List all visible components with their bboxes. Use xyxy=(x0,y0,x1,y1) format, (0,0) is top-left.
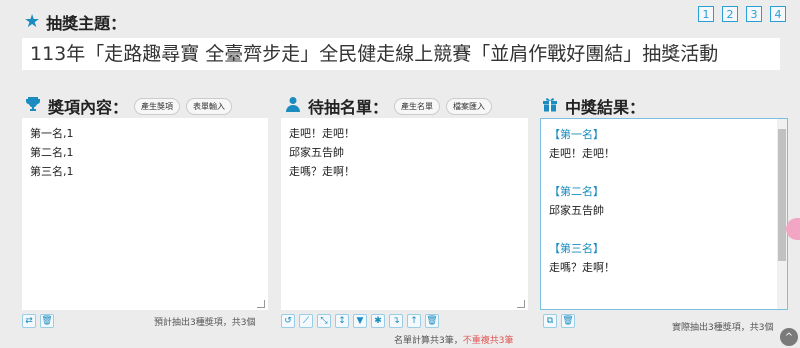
result-name: 走嗎？走啊！ xyxy=(549,261,615,274)
results-header: 中獎結果： xyxy=(541,94,645,118)
candidates-count: 名單計算共3筆， xyxy=(394,336,463,346)
prizes-toolbar: ⇄ 🗑 xyxy=(22,314,54,328)
page-button-1[interactable]: 1 xyxy=(698,6,714,22)
copy-icon[interactable]: ⧉ xyxy=(543,314,557,328)
generate-list-button[interactable]: 產生名單 xyxy=(394,97,441,115)
result-entry: 【第三名】 走嗎？走啊！ xyxy=(549,239,779,277)
results-textarea[interactable]: 【第一名】 走吧！走吧！ 【第二名】 邱家五告帥 【第三名】 走嗎？走啊！ xyxy=(540,118,788,310)
filter-icon[interactable]: ▼ xyxy=(353,314,367,328)
generate-prizes-button[interactable]: 產生獎項 xyxy=(134,97,181,115)
level-down-icon[interactable]: ↴ xyxy=(389,314,403,328)
sort-icon[interactable]: ↕ xyxy=(335,314,349,328)
topic-input[interactable]: 113年「走路趣尋寶 全臺齊步走」全民健走線上競賽「並肩作戰好團結」抽獎活動 xyxy=(22,38,780,70)
result-name: 走吧！走吧！ xyxy=(549,147,615,160)
result-entry: 【第二名】 邱家五告帥 xyxy=(549,182,779,220)
unique-count: 不重複共3筆 xyxy=(462,336,514,346)
page-button-4[interactable]: 4 xyxy=(770,6,786,22)
magic-wand-icon[interactable]: ⟋ xyxy=(299,314,313,328)
prize-line: 第三名,1 xyxy=(30,165,74,178)
result-entry: 【第一名】 走吧！走吧！ xyxy=(549,125,779,163)
result-title: 【第二名】 xyxy=(549,185,604,198)
prizes-textarea[interactable]: 第一名,1 第二名,1 第三名,1 xyxy=(22,118,268,310)
prizes-header: 獎項內容： 產生獎項 表單輸入 xyxy=(24,94,233,118)
shuffle-icon[interactable]: ⇄ xyxy=(22,314,36,328)
candidates-textarea[interactable]: 走吧！走吧！ 邱家五告帥 走嗎？走啊！ xyxy=(281,118,528,310)
compress-icon[interactable]: ⤡ xyxy=(317,314,331,328)
undo-icon[interactable]: ↺ xyxy=(281,314,295,328)
page-switcher: 1 2 3 4 xyxy=(698,6,786,22)
form-input-button[interactable]: 表單輸入 xyxy=(186,97,233,115)
trophy-icon xyxy=(24,96,42,116)
topic-header: ★ 抽獎主題： xyxy=(24,10,126,34)
gift-icon xyxy=(541,96,559,116)
prize-line: 第二名,1 xyxy=(30,146,74,159)
results-toolbar: ⧉ 🗑 xyxy=(543,314,575,328)
result-title: 【第三名】 xyxy=(549,242,604,255)
candidates-header: 待抽名單： 產生名單 檔案匯入 xyxy=(284,94,493,118)
trash-icon[interactable]: 🗑 xyxy=(425,314,439,328)
trash-icon[interactable]: 🗑 xyxy=(40,314,54,328)
scroll-top-icon[interactable]: ^ xyxy=(780,328,798,346)
level-up-icon[interactable]: ↑ xyxy=(407,314,421,328)
prizes-label: 獎項內容： xyxy=(48,98,129,117)
prizes-status: 預計抽出3種獎項，共3個 xyxy=(154,318,256,328)
user-icon xyxy=(284,96,302,116)
prize-line: 第一名,1 xyxy=(30,127,74,140)
star-icon: ★ xyxy=(24,11,41,32)
candidates-label: 待抽名單： xyxy=(308,98,389,117)
result-title: 【第一名】 xyxy=(549,128,604,141)
candidate-line: 邱家五告帥 xyxy=(289,146,344,159)
file-import-button[interactable]: 檔案匯入 xyxy=(446,97,493,115)
candidates-toolbar: ↺ ⟋ ⤡ ↕ ▼ ✱ ↴ ↑ 🗑 xyxy=(281,314,439,328)
candidates-status: 名單計算共3筆，不重複共3筆 xyxy=(394,333,513,346)
trash-icon[interactable]: 🗑 xyxy=(561,314,575,328)
results-status: 實際抽出3種獎項，共3個 xyxy=(672,323,774,333)
page-button-2[interactable]: 2 xyxy=(722,6,738,22)
candidate-line: 走吧！走吧！ xyxy=(289,127,355,140)
scrollbar-thumb[interactable] xyxy=(778,129,786,261)
page-button-3[interactable]: 3 xyxy=(746,6,762,22)
resize-handle[interactable] xyxy=(257,300,265,308)
result-name: 邱家五告帥 xyxy=(549,204,604,217)
topic-label: 抽獎主題： xyxy=(46,14,127,33)
resize-handle[interactable] xyxy=(517,300,525,308)
results-scrollbar[interactable] xyxy=(777,119,787,309)
candidate-line: 走嗎？走啊！ xyxy=(289,165,355,178)
asterisk-icon[interactable]: ✱ xyxy=(371,314,385,328)
side-tab[interactable] xyxy=(786,218,800,240)
results-label: 中獎結果： xyxy=(565,98,646,117)
